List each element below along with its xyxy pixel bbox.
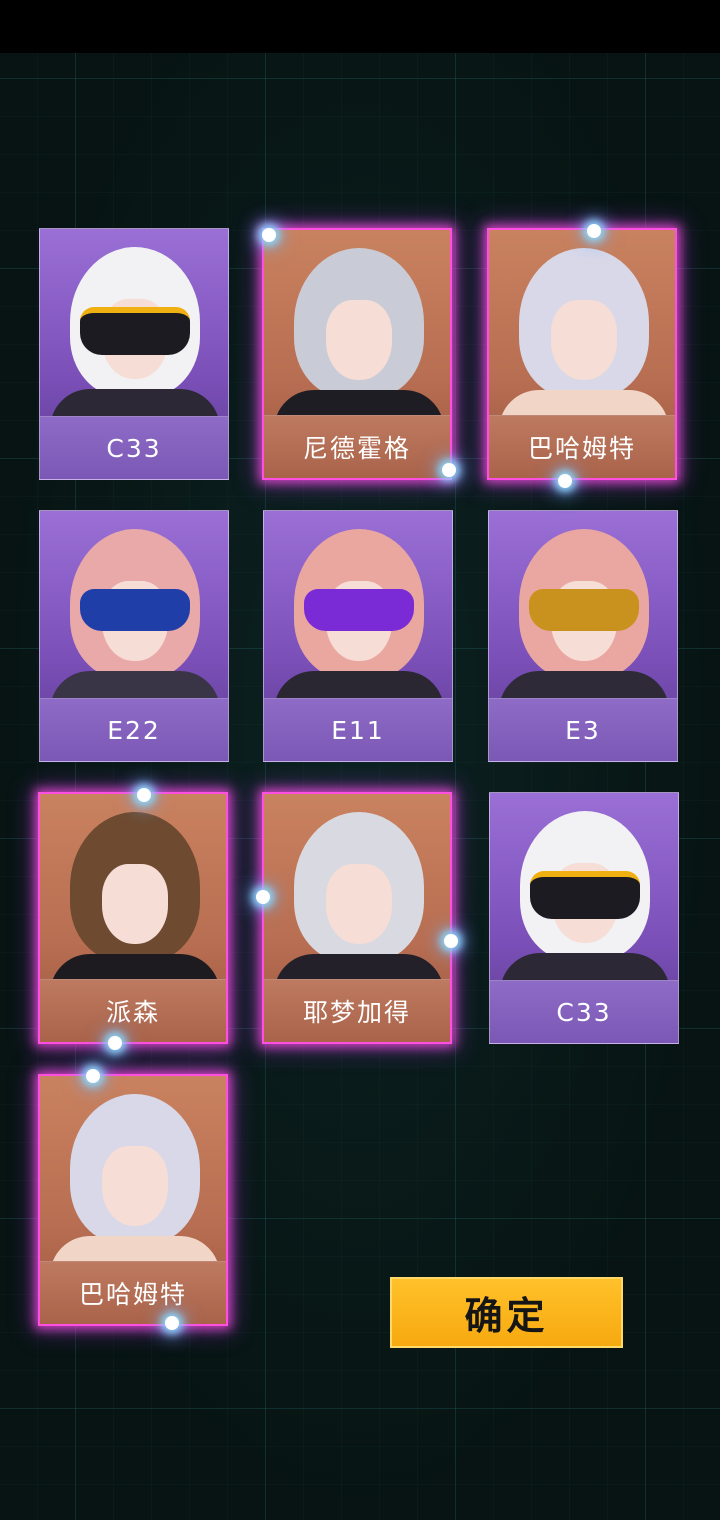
- character-name: 巴哈姆特: [40, 1261, 226, 1324]
- character-card-c33-2[interactable]: C33: [489, 792, 679, 1044]
- character-card-jormungand[interactable]: 耶梦加得: [262, 792, 452, 1044]
- selection-sparkle: [587, 224, 601, 238]
- character-name: 派森: [40, 979, 226, 1042]
- character-name: E22: [40, 698, 228, 761]
- confirm-button[interactable]: 确定: [390, 1277, 623, 1348]
- character-portrait: [40, 229, 228, 429]
- character-card-paisen[interactable]: 派森: [38, 792, 228, 1044]
- character-name: C33: [40, 416, 228, 479]
- selection-sparkle: [86, 1069, 100, 1083]
- character-portrait: [40, 511, 228, 711]
- character-card-bahamut-2[interactable]: 巴哈姆特: [38, 1074, 228, 1326]
- selection-sparkle: [262, 228, 276, 242]
- selection-sparkle: [444, 934, 458, 948]
- character-portrait: [264, 511, 452, 711]
- character-name: 尼德霍格: [264, 415, 450, 478]
- character-name: C33: [490, 980, 678, 1043]
- character-portrait: [40, 794, 226, 994]
- selection-sparkle: [256, 890, 270, 904]
- character-name: 巴哈姆特: [489, 415, 675, 478]
- character-portrait: [264, 230, 450, 430]
- selection-sparkle: [442, 463, 456, 477]
- character-portrait: [264, 794, 450, 994]
- character-name: E11: [264, 698, 452, 761]
- character-card-e3[interactable]: E3: [488, 510, 678, 762]
- character-card-nidhogg[interactable]: 尼德霍格: [262, 228, 452, 480]
- character-portrait: [40, 1076, 226, 1276]
- character-card-bahamut[interactable]: 巴哈姆特: [487, 228, 677, 480]
- selection-sparkle: [137, 788, 151, 802]
- character-card-e11[interactable]: E11: [263, 510, 453, 762]
- selection-sparkle: [165, 1316, 179, 1330]
- character-portrait: [490, 793, 678, 993]
- character-card-e22[interactable]: E22: [39, 510, 229, 762]
- character-portrait: [489, 511, 677, 711]
- character-card-c33[interactable]: C33: [39, 228, 229, 480]
- character-name: E3: [489, 698, 677, 761]
- status-bar: [0, 0, 720, 53]
- character-name: 耶梦加得: [264, 979, 450, 1042]
- selection-sparkle: [108, 1036, 122, 1050]
- character-portrait: [489, 230, 675, 430]
- selection-sparkle: [558, 474, 572, 488]
